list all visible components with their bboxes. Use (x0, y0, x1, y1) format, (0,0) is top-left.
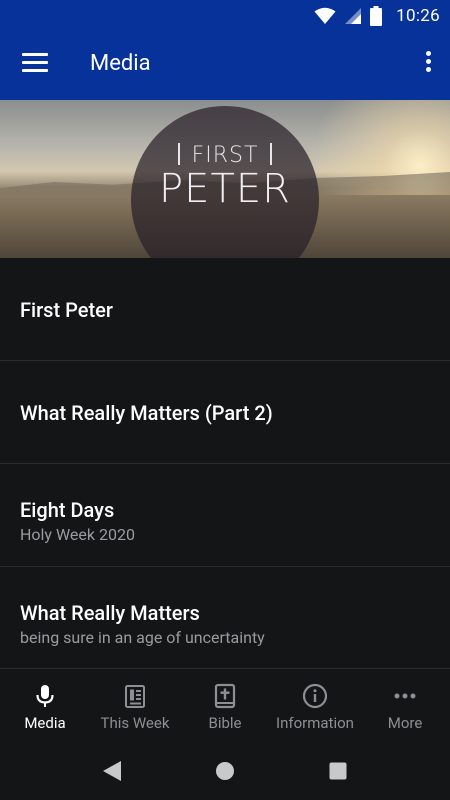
nav-label: Bible (208, 714, 242, 732)
nav-item-more[interactable]: More (360, 669, 450, 743)
cellular-signal-icon (345, 8, 362, 24)
list-item[interactable]: Eight Days Holy Week 2020 (0, 464, 450, 567)
nav-item-bible[interactable]: Bible (180, 669, 270, 743)
banner-title-small: FIRST (0, 143, 450, 168)
list-item-title: What Really Matters (20, 601, 200, 625)
battery-icon (370, 6, 383, 26)
nav-item-this-week[interactable]: This Week (90, 669, 180, 743)
list-item-subtitle: Holy Week 2020 (20, 525, 135, 544)
menu-icon[interactable] (22, 53, 48, 79)
overflow-menu-icon[interactable] (422, 51, 434, 81)
list-item-title: Eight Days (20, 498, 115, 522)
status-bar: 10:26 (0, 0, 450, 32)
status-icons: 10:26 (314, 0, 440, 32)
info-icon (302, 683, 328, 709)
nav-label: More (387, 714, 423, 732)
more-dots-icon (394, 693, 416, 699)
nav-item-media[interactable]: Media (0, 669, 90, 743)
list-item-title: What Really Matters (Part 2) (20, 401, 273, 425)
status-time: 10:26 (396, 6, 440, 26)
nav-item-information[interactable]: Information (270, 669, 360, 743)
system-nav (0, 742, 450, 800)
list-item-title: First Peter (20, 298, 113, 322)
bottom-nav: Media This Week Bible Information More (0, 668, 450, 743)
series-banner[interactable]: FIRST PETER (0, 100, 450, 258)
list-item[interactable]: What Really Matters (Part 2) (0, 361, 450, 464)
app-bar: Media (0, 32, 450, 100)
banner-title-large: PETER (159, 166, 291, 212)
wifi-icon (314, 7, 336, 24)
nav-label: Information (276, 714, 354, 732)
recents-icon[interactable] (328, 760, 348, 782)
list-item-subtitle: being sure in an age of uncertainty (20, 628, 265, 647)
page-title: Media (90, 51, 151, 76)
nav-label: Media (24, 714, 66, 732)
bible-icon (214, 683, 236, 709)
back-icon[interactable] (102, 760, 122, 782)
microphone-icon (36, 685, 54, 707)
media-list: First Peter What Really Matters (Part 2)… (0, 258, 450, 670)
nav-label: This Week (100, 714, 170, 732)
list-item[interactable]: What Really Matters being sure in an age… (0, 567, 450, 670)
home-icon[interactable] (215, 760, 235, 782)
list-item[interactable]: First Peter (0, 258, 450, 361)
bulletin-icon (125, 685, 145, 708)
